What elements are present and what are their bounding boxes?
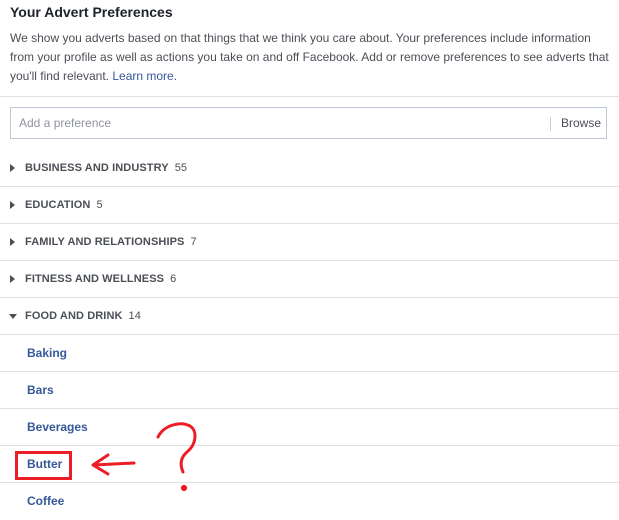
category-count: 14 — [128, 310, 141, 322]
caret-right-icon — [10, 275, 15, 283]
preference-item-bars: Bars — [0, 372, 619, 409]
preference-link[interactable]: Bars — [27, 383, 54, 397]
category-fitness-and-wellness[interactable]: FITNESS AND WELLNESS 6 — [0, 261, 619, 298]
caret-right-icon — [10, 201, 15, 209]
add-preference-input[interactable] — [11, 108, 541, 138]
preference-link[interactable]: Coffee — [27, 494, 64, 508]
caret-right-icon — [10, 238, 15, 246]
preference-item-beverages: Beverages — [0, 409, 619, 446]
learn-more-link[interactable]: Learn more. — [112, 69, 177, 83]
annotation-highlight-box — [15, 451, 72, 480]
preference-item-baking: Baking — [0, 335, 619, 372]
category-label: BUSINESS AND INDUSTRY — [25, 162, 169, 174]
category-food-and-drink[interactable]: FOOD AND DRINK 14 — [0, 298, 619, 335]
description-text: We show you adverts based on that things… — [10, 31, 609, 83]
browse-button[interactable]: Browse — [557, 108, 605, 138]
header-divider — [0, 96, 619, 97]
preference-link[interactable]: Beverages — [27, 420, 88, 434]
category-label: FOOD AND DRINK — [25, 310, 123, 322]
category-education[interactable]: EDUCATION 5 — [0, 187, 619, 224]
preference-list: BUSINESS AND INDUSTRY 55 EDUCATION 5 FAMIL… — [0, 150, 619, 520]
preference-item-coffee: Coffee — [0, 483, 619, 520]
category-label: EDUCATION — [25, 199, 91, 211]
preference-search-box: Browse — [10, 107, 607, 139]
category-count: 55 — [174, 162, 188, 174]
category-count: 7 — [190, 236, 197, 248]
search-separator — [550, 117, 551, 131]
category-business-and-industry[interactable]: BUSINESS AND INDUSTRY 55 — [0, 150, 619, 187]
category-count: 6 — [170, 273, 177, 285]
preference-link[interactable]: Baking — [27, 346, 67, 360]
caret-down-icon — [9, 314, 17, 319]
category-count: 5 — [96, 199, 103, 211]
page-title: Your Advert Preferences — [10, 4, 173, 20]
preference-item-butter: Butter — [0, 446, 619, 483]
category-family-and-relationships[interactable]: FAMILY AND RELATIONSHIPS 7 — [0, 224, 619, 261]
category-label: FITNESS AND WELLNESS — [25, 273, 165, 285]
caret-right-icon — [10, 164, 15, 172]
category-label: FAMILY AND RELATIONSHIPS — [25, 236, 185, 248]
page-description: We show you adverts based on that things… — [10, 29, 610, 86]
